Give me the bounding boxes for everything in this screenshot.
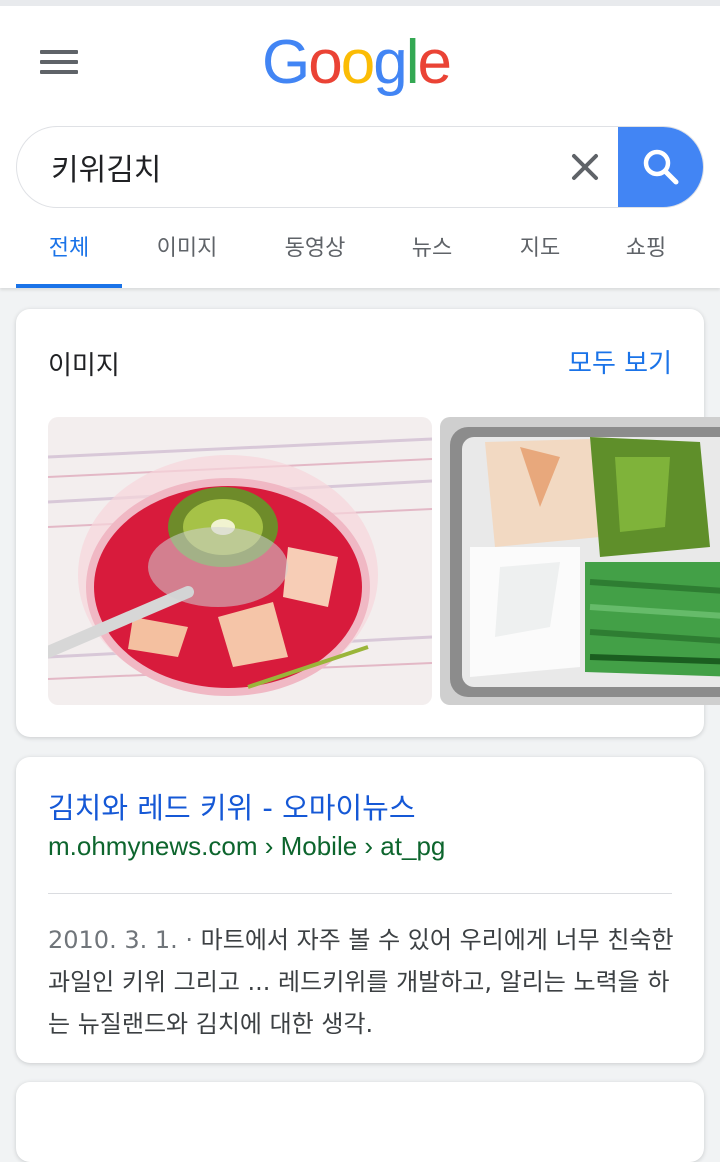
logo-letter: l [405, 28, 420, 97]
search-input[interactable] [51, 145, 531, 189]
tab-label: 이미지 [156, 236, 218, 261]
search-icon [643, 149, 679, 185]
header: Google 전체 이미지 동영상 뉴스 지도 쇼핑 [0, 0, 720, 288]
search-tabs: 전체 이미지 동영상 뉴스 지도 쇼핑 [0, 226, 720, 288]
image-thumbnail-kiwi-kimchi-bowl[interactable] [48, 417, 432, 705]
tab-label: 동영상 [284, 236, 346, 261]
tab-label: 지도 [519, 236, 561, 261]
active-tab-indicator [16, 284, 122, 288]
tab-videos[interactable]: 동영상 [264, 226, 366, 288]
result-title-link[interactable]: 김치와 레드 키위 - 오마이뉴스 [48, 785, 416, 827]
search-button[interactable] [618, 127, 703, 207]
image-thumbnail-prepared-ingredients[interactable] [440, 417, 720, 705]
divider [48, 893, 672, 894]
logo-letter: o [308, 28, 343, 97]
tab-label: 뉴스 [411, 236, 453, 261]
images-card: 이미지 모두 보기 [16, 309, 720, 737]
close-icon[interactable] [565, 147, 605, 187]
logo-letter: e [417, 28, 452, 97]
status-bar-edge [0, 0, 720, 6]
next-result-card[interactable] [16, 1082, 704, 1162]
hamburger-menu-icon[interactable] [40, 48, 80, 76]
logo-letter: G [262, 28, 310, 97]
logo-letter: g [373, 28, 408, 97]
search-box [16, 126, 704, 208]
result-url-breadcrumb[interactable]: m.ohmynews.com › Mobile › at_pg [48, 831, 445, 862]
search-result-card: 김치와 레드 키위 - 오마이뉴스 m.ohmynews.com › Mobil… [16, 757, 704, 1063]
tab-maps[interactable]: 지도 [494, 226, 586, 288]
tab-all[interactable]: 전체 [16, 226, 122, 288]
logo-letter: o [340, 28, 376, 97]
tab-shopping[interactable]: 쇼핑 [600, 226, 692, 288]
images-section-title: 이미지 [48, 351, 120, 381]
tab-label: 쇼핑 [625, 236, 667, 261]
result-date: 2010. 3. 1. [48, 926, 178, 954]
tab-images[interactable]: 이미지 [136, 226, 238, 288]
tab-news[interactable]: 뉴스 [386, 226, 478, 288]
google-logo[interactable]: Google [262, 28, 452, 98]
result-snippet: 2010. 3. 1. · 마트에서 자주 볼 수 있어 우리에게 너무 친숙한… [48, 919, 678, 1045]
date-separator: · [177, 926, 201, 954]
tab-label: 전체 [48, 236, 90, 261]
see-all-link[interactable]: 모두 보기 [568, 343, 672, 380]
